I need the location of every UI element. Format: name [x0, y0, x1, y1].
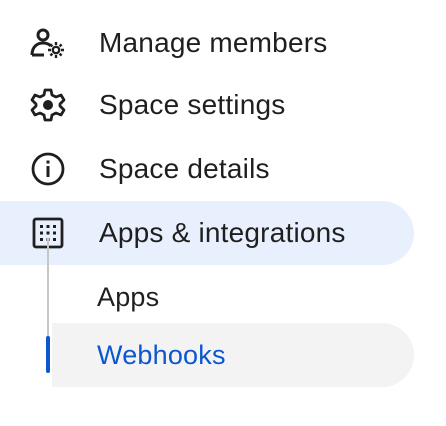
- submenu-item-label: Webhooks: [97, 339, 226, 370]
- menu-item-label: Space details: [99, 153, 270, 184]
- space-settings-menu: Manage members Space settings Space deta…: [0, 0, 446, 426]
- submenu-item-label: Apps: [97, 281, 160, 312]
- menu-item-label: Apps & integrations: [99, 217, 346, 248]
- menu-item-apps-integrations[interactable]: Apps & integrations: [0, 201, 414, 265]
- submenu-item-webhooks[interactable]: Webhooks: [52, 323, 414, 387]
- info-icon: [30, 151, 66, 187]
- menu-item-space-details[interactable]: Space details: [0, 137, 360, 201]
- menu-item-manage-members[interactable]: Manage members: [0, 11, 360, 75]
- active-indicator: [46, 336, 50, 373]
- menu-item-space-settings[interactable]: Space settings: [0, 73, 360, 137]
- menu-item-label: Manage members: [99, 27, 328, 58]
- manage-members-icon: [30, 25, 66, 61]
- menu-item-label: Space settings: [99, 89, 286, 120]
- submenu-item-apps[interactable]: Apps: [0, 265, 414, 329]
- settings-gear-icon: [30, 87, 66, 123]
